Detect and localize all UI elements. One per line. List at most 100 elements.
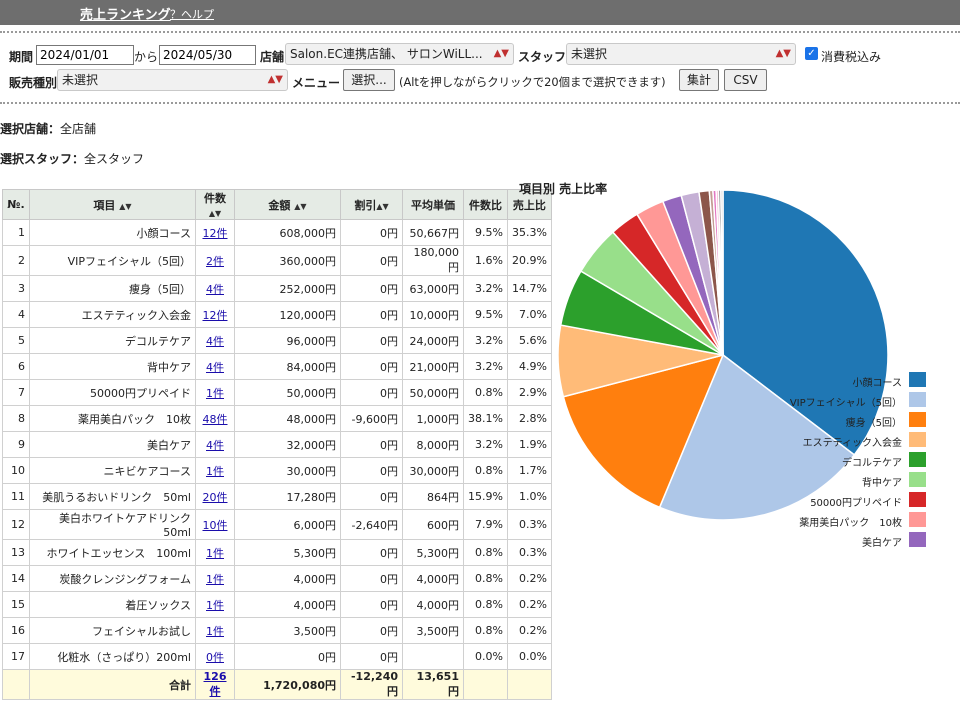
row-count: 1件 [195, 565, 235, 592]
row-amount: 360,000円 [234, 245, 341, 276]
col-amount-label: 金額 [268, 198, 291, 212]
store-label: 店舗 [260, 50, 285, 64]
table-row: 12 美白ホワイトケアドリンク 50ml 10件 6,000円 -2,640円 600円 7… [2, 509, 552, 540]
table-row: 8 薬用美白パック 10枚 48件 48,000円 -9,600円 1,000円 38.1%… [2, 405, 552, 432]
row-discount: 0円 [340, 245, 403, 276]
row-avg: 3,500円 [402, 617, 464, 644]
row-avg: 600円 [402, 509, 464, 540]
menu-select-button[interactable]: 選択... [343, 69, 395, 91]
row-count-link[interactable]: 12件 [203, 309, 228, 322]
row-amount: 608,000円 [234, 219, 341, 246]
row-count-link[interactable]: 12件 [203, 227, 228, 240]
row-avg: 24,000円 [402, 327, 464, 354]
row-discount: 0円 [340, 379, 403, 406]
row-avg: 63,000円 [402, 275, 464, 302]
tax-label: 消費税込み [821, 50, 882, 64]
legend-swatch [909, 492, 926, 507]
table-row: 14 炭酸クレンジングフォーム 1件 4,000円 0円 4,000円 0.8% 0.2% [2, 565, 552, 592]
legend-swatch [909, 432, 926, 447]
row-no: 4 [2, 301, 30, 328]
csv-button[interactable]: CSV [724, 69, 767, 91]
row-no: 17 [2, 643, 30, 670]
legend-label: 美白ケア [862, 538, 902, 549]
table-row: 11 美肌うるおいドリンク 50ml 20件 17,280円 0円 864円 15.9% 1.… [2, 483, 552, 510]
col-discount[interactable]: 割引▲▼ [340, 189, 403, 220]
row-count-link[interactable]: 4件 [206, 361, 224, 374]
row-no: 11 [2, 483, 30, 510]
row-avg: 4,000円 [402, 565, 464, 592]
legend-swatch [909, 532, 926, 547]
row-count: 20件 [195, 483, 235, 510]
legend-item: 50000円プリペイド [760, 491, 926, 511]
total-count-link[interactable]: 126件 [204, 670, 227, 698]
col-no: №. [2, 189, 30, 220]
row-count: 12件 [195, 219, 235, 246]
page-title-link[interactable]: 売上ランキング [80, 4, 171, 23]
store-select-value: Salon.EC連携店舗、 サロンWiLL... [290, 47, 483, 61]
row-count-link[interactable]: 1件 [206, 387, 224, 400]
date-from-input[interactable] [36, 45, 134, 65]
row-count-link[interactable]: 4件 [206, 283, 224, 296]
row-item: 化粧水（さっぱり）200ml [29, 643, 196, 670]
row-item: デコルテケア [29, 327, 196, 354]
row-count-ratio: 0.8% [463, 539, 508, 566]
row-count-ratio: 15.9% [463, 483, 508, 510]
row-count-link[interactable]: 20件 [203, 491, 228, 504]
row-avg: 50,667円 [402, 219, 464, 246]
row-count-link[interactable]: 1件 [206, 465, 224, 478]
divider-top [0, 31, 960, 33]
row-count-link[interactable]: 4件 [206, 335, 224, 348]
row-count-link[interactable]: 10件 [203, 519, 228, 532]
row-count-link[interactable]: 0件 [206, 651, 224, 664]
row-avg: 10,000円 [402, 301, 464, 328]
row-sales-ratio: 0.2% [506, 617, 552, 644]
row-count-ratio: 9.5% [463, 219, 508, 246]
row-count-link[interactable]: 1件 [206, 547, 224, 560]
row-count-ratio: 0.0% [463, 643, 508, 670]
row-count-ratio: 0.8% [463, 617, 508, 644]
row-count-ratio: 3.2% [463, 353, 508, 380]
row-count-ratio: 0.8% [463, 591, 508, 618]
col-count[interactable]: 件数 ▲▼ [195, 189, 235, 220]
row-item: 背中ケア [29, 353, 196, 380]
col-discount-label: 割引 [354, 198, 377, 212]
row-count-link[interactable]: 48件 [203, 413, 228, 426]
row-count: 4件 [195, 275, 235, 302]
legend-item: デコルテケア [760, 451, 926, 471]
table-row: 13 ホワイトエッセンス 100ml 1件 5,300円 0円 5,300円 0.8% 0.3… [2, 539, 552, 566]
sort-icon: ▲▼ [208, 209, 222, 218]
row-count-link[interactable]: 1件 [206, 599, 224, 612]
table-row: 15 着圧ソックス 1件 4,000円 0円 4,000円 0.8% 0.2% [2, 591, 552, 618]
row-avg: 4,000円 [402, 591, 464, 618]
legend-swatch [909, 392, 926, 407]
store-select[interactable]: Salon.EC連携店舗、 サロンWiLL... ▲▼ [285, 43, 514, 65]
col-item[interactable]: 項目 ▲▼ [29, 189, 196, 220]
tax-checkbox[interactable]: ✓ [805, 47, 818, 60]
table-row: 16 フェイシャルお試し 1件 3,500円 0円 3,500円 0.8% 0.2% [2, 617, 552, 644]
row-item: フェイシャルお試し [29, 617, 196, 644]
row-discount: 0円 [340, 565, 403, 592]
row-amount: 84,000円 [234, 353, 341, 380]
legend-item: 痩身（5回） [760, 411, 926, 431]
row-amount: 17,280円 [234, 483, 341, 510]
legend-label: VIPフェイシャル（5回） [789, 398, 902, 409]
row-count-link[interactable]: 1件 [206, 573, 224, 586]
date-to-input[interactable] [159, 45, 256, 65]
staff-select[interactable]: 未選択 ▲▼ [566, 43, 796, 65]
row-count-ratio: 9.5% [463, 301, 508, 328]
legend-swatch [909, 412, 926, 427]
row-count-link[interactable]: 4件 [206, 439, 224, 452]
sales-type-select[interactable]: 未選択 ▲▼ [57, 69, 288, 91]
help-link[interactable]: ？ヘルプ [170, 6, 214, 22]
table-row: 17 化粧水（さっぱり）200ml 0件 0円 0円 0.0% 0.0% [2, 643, 552, 670]
row-count-link[interactable]: 1件 [206, 625, 224, 638]
row-count: 1件 [195, 379, 235, 406]
aggregate-button[interactable]: 集計 [679, 69, 719, 91]
legend-label: 薬用美白パック 10枚 [799, 518, 902, 529]
row-count-link[interactable]: 2件 [206, 255, 224, 268]
row-discount: 0円 [340, 275, 403, 302]
col-amount[interactable]: 金額 ▲▼ [234, 189, 341, 220]
table-row: 3 痩身（5回） 4件 252,000円 0円 63,000円 3.2% 14.7% [2, 275, 552, 302]
row-count-ratio: 0.8% [463, 565, 508, 592]
row-count-ratio: 0.8% [463, 457, 508, 484]
